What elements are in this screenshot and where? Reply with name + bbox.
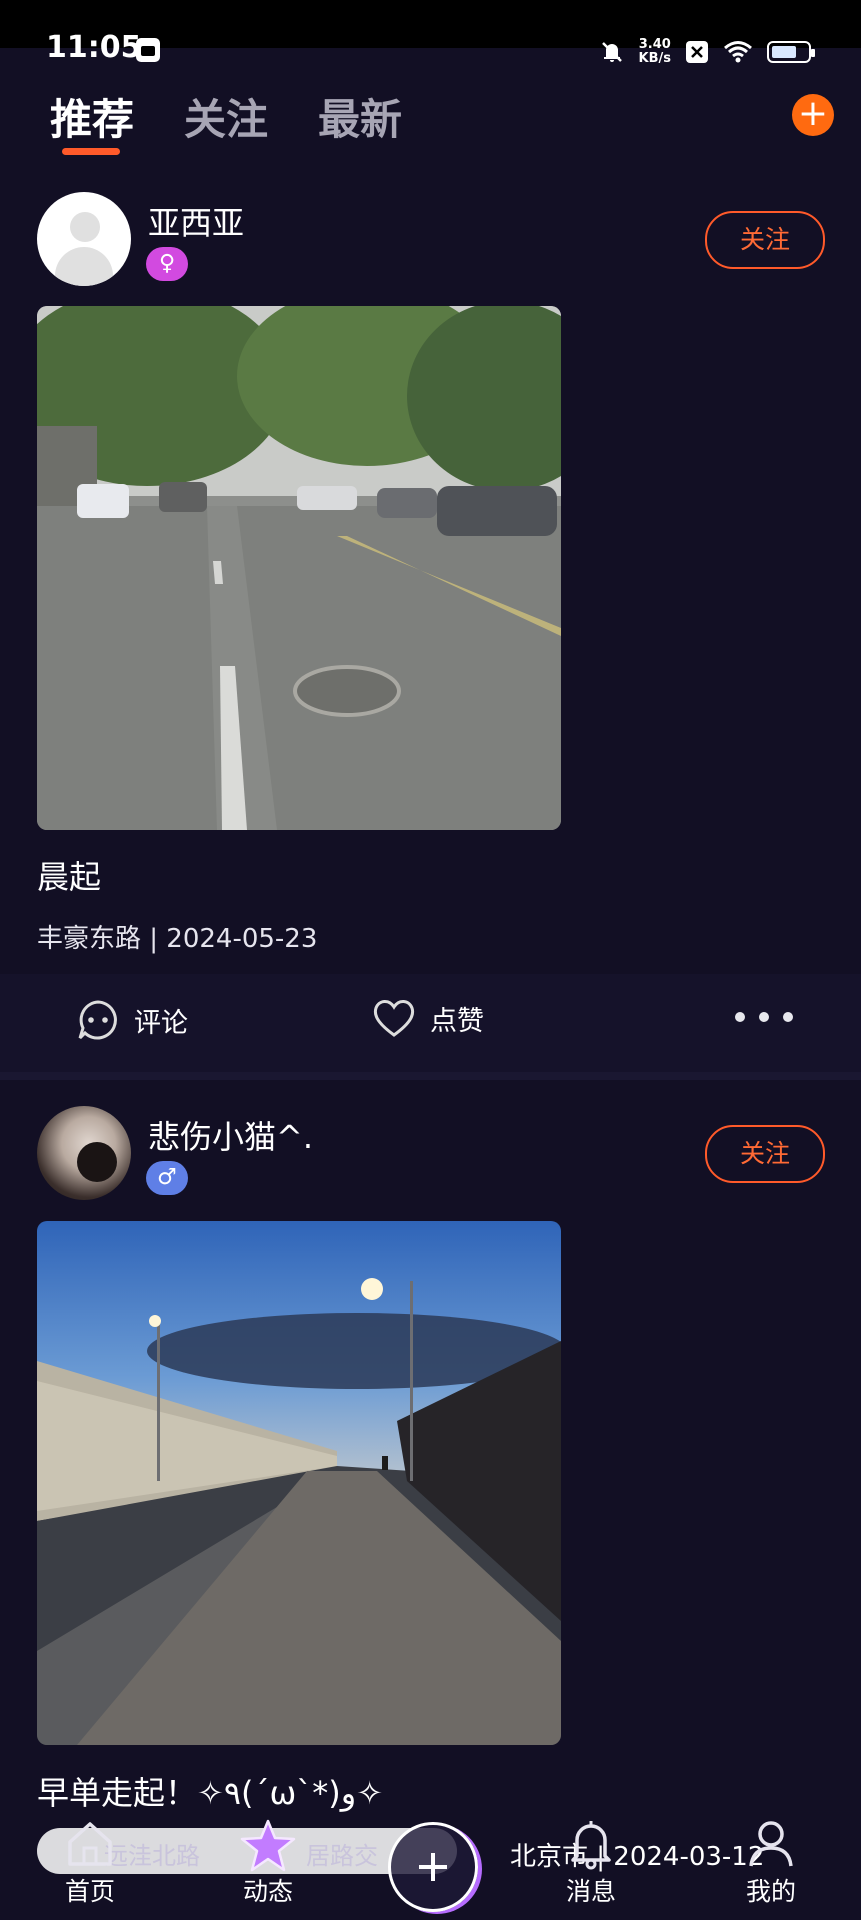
username[interactable]: 悲伤小猫^.	[148, 1112, 313, 1158]
username[interactable]: 亚西亚	[148, 198, 244, 244]
nav-label: 动态	[242, 1877, 293, 1906]
status-icons: 3.40 KB/s	[599, 34, 815, 70]
user-icon	[749, 1821, 793, 1867]
comment-label: 评论	[134, 1007, 188, 1039]
calendar-icon	[136, 38, 160, 62]
tab-latest[interactable]: 最新	[318, 86, 402, 147]
net-speed-unit: KB/s	[638, 51, 671, 66]
female-icon: ♀	[146, 247, 188, 281]
nav-profile[interactable]: 我的	[721, 1812, 821, 1908]
like-label: 点赞	[430, 1005, 484, 1037]
more-options-button[interactable]	[735, 1012, 793, 1022]
nav-label: 我的	[745, 1877, 796, 1906]
comment-button[interactable]: 评论	[76, 998, 188, 1042]
post-caption: 早单走起！✧٩(ˊωˋ*)و✧	[37, 1774, 384, 1812]
mute-icon	[601, 42, 622, 62]
follow-button[interactable]: 关注	[705, 1125, 825, 1183]
avatar-figure	[77, 1142, 117, 1182]
avatar[interactable]	[37, 1106, 131, 1200]
like-button[interactable]: 点赞	[372, 998, 484, 1038]
star-icon	[240, 1819, 296, 1872]
more-dot	[735, 1012, 745, 1022]
home-icon	[68, 1822, 112, 1866]
post-caption: 晨起	[37, 858, 102, 896]
more-dot	[783, 1012, 793, 1022]
post-divider	[0, 1072, 861, 1080]
post-photo[interactable]	[37, 306, 561, 830]
avatar-shoulders	[55, 247, 113, 286]
tab-following[interactable]: 关注	[184, 86, 268, 147]
add-post-button[interactable]: +	[792, 94, 834, 136]
nav-label: 消息	[565, 1877, 616, 1906]
center-add-button[interactable]	[388, 1822, 478, 1912]
comment-icon	[78, 1000, 117, 1040]
close-box-icon	[686, 41, 708, 63]
nav-messages[interactable]: 消息	[541, 1812, 641, 1908]
net-speed-value: 3.40	[638, 37, 671, 52]
status-time: 11:05	[46, 30, 142, 65]
avatar[interactable]	[37, 192, 131, 286]
street-photo	[37, 306, 561, 830]
post-location-date: 丰豪东路 | 2024-05-23	[37, 924, 318, 954]
evening-street-photo	[37, 1221, 561, 1745]
avatar-head	[70, 212, 100, 242]
male-icon: ♂	[146, 1161, 188, 1195]
net-speed: 3.40 KB/s	[639, 38, 671, 66]
nav-label: 首页	[64, 1877, 115, 1906]
tab-recommended[interactable]: 推荐	[50, 86, 134, 155]
feed-tabs: 推荐 关注 最新	[50, 86, 402, 155]
bell-icon	[571, 1821, 611, 1870]
battery-icon	[767, 41, 815, 63]
wifi-icon	[724, 41, 752, 63]
post-photo[interactable]	[37, 1221, 561, 1745]
follow-button[interactable]: 关注	[705, 211, 825, 269]
nav-home[interactable]: 首页	[40, 1812, 140, 1908]
heart-icon	[373, 1000, 415, 1037]
more-dot	[759, 1012, 769, 1022]
nav-feed[interactable]: 动态	[218, 1812, 318, 1908]
status-bar: 11:05 3.40 KB/s	[0, 0, 861, 66]
post-actions: 评论 点赞	[0, 974, 861, 1072]
